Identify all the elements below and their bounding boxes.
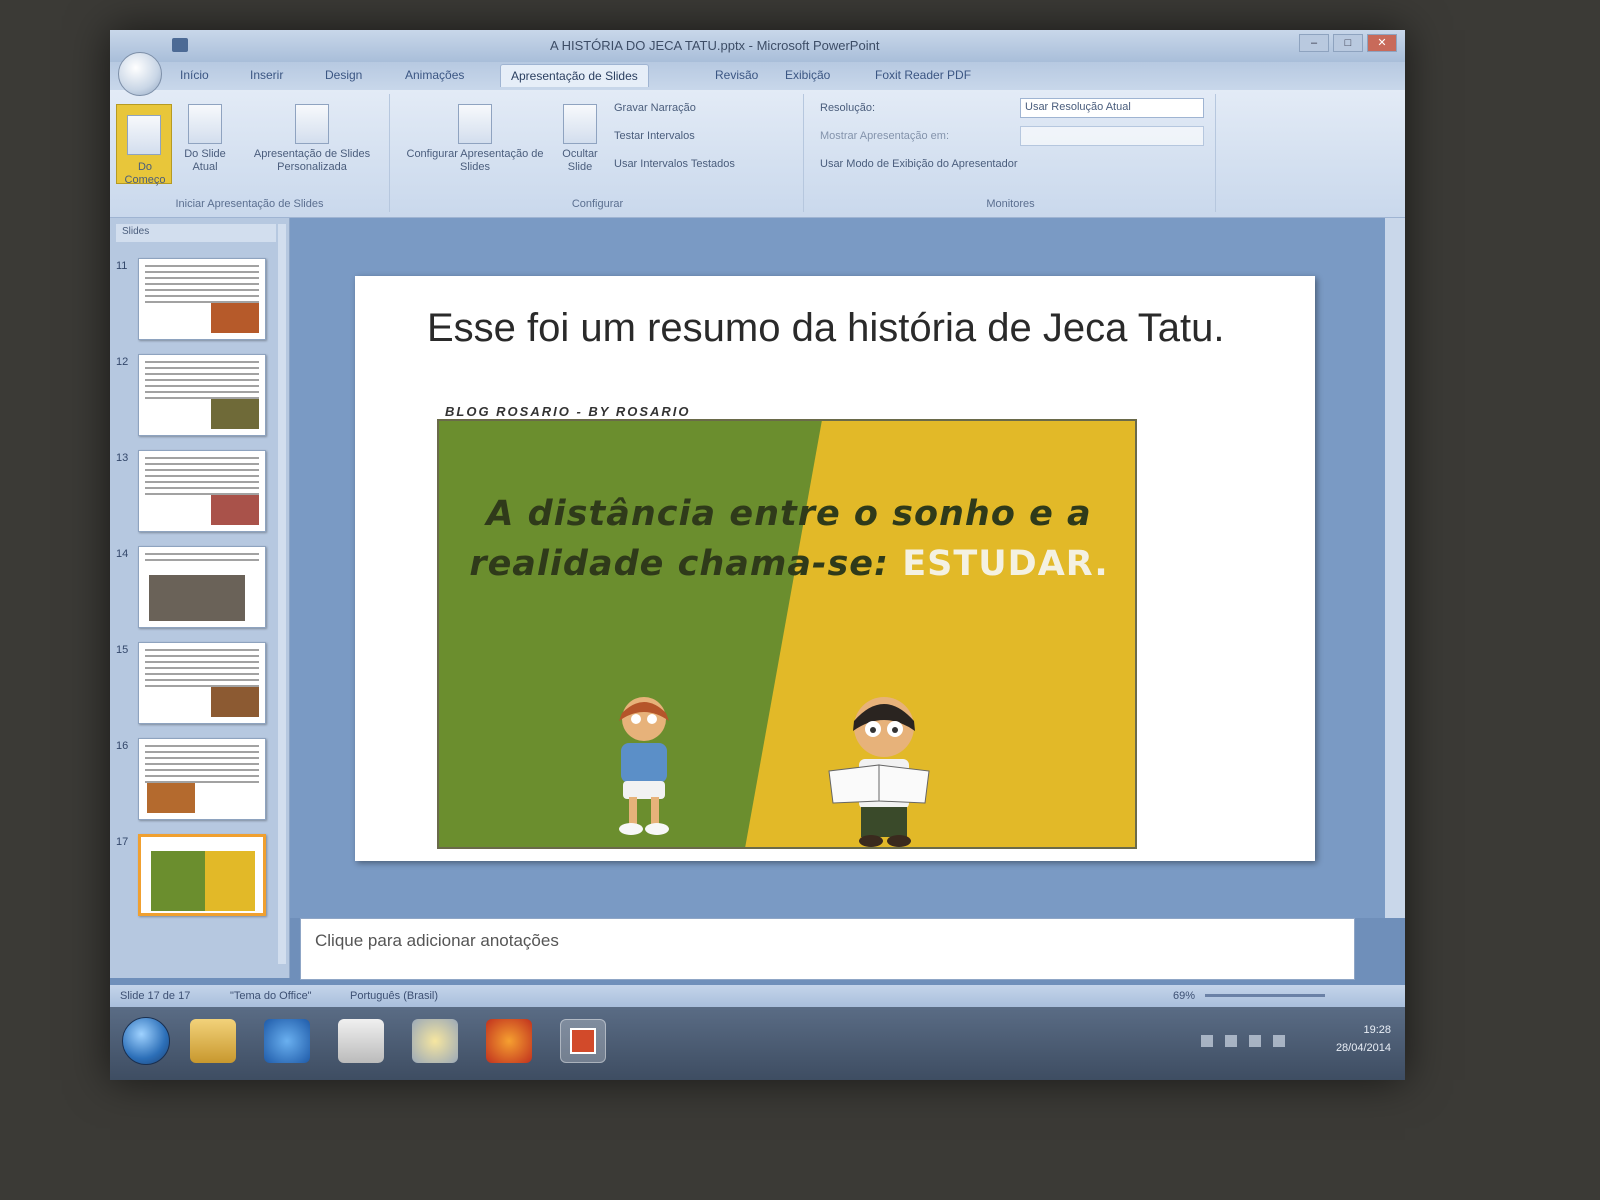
save-icon[interactable] (172, 38, 188, 52)
boy-illustration (828, 697, 930, 847)
show-on-label: Mostrar Apresentação em: (820, 130, 950, 142)
resolution-select[interactable]: Usar Resolução Atual (1020, 98, 1204, 118)
zoom-level[interactable]: 69% (1173, 990, 1195, 1002)
tab-revisao[interactable]: Revisão (715, 68, 758, 82)
minimize-icon[interactable]: – (1299, 34, 1329, 52)
network-icon[interactable] (1273, 1035, 1285, 1047)
panel-scrollbar[interactable] (278, 224, 286, 964)
slide-title[interactable]: Esse foi um resumo da história de Jeca T… (427, 304, 1247, 352)
close-icon[interactable]: ✕ (1367, 34, 1397, 52)
custom-slideshow-button[interactable]: Apresentação de Slides Personalizada (246, 104, 378, 174)
ribbon-tabs: Início Inserir Design Animações Apresent… (110, 62, 1405, 90)
thumb-number: 15 (116, 644, 129, 656)
hide-slide-button[interactable]: Ocultar Slide (554, 104, 606, 174)
tab-inicio[interactable]: Início (180, 68, 209, 82)
tab-animacoes[interactable]: Animações (405, 68, 464, 82)
show-on-select[interactable] (1020, 126, 1204, 146)
girl-illustration (619, 697, 669, 835)
tray-arrow-icon[interactable] (1201, 1035, 1213, 1047)
slide-thumbnail[interactable] (138, 450, 266, 532)
clock[interactable]: 19:28 28/04/2014 (1336, 1021, 1391, 1057)
media-player-icon[interactable] (338, 1019, 384, 1063)
clock-date: 28/04/2014 (1335, 1042, 1391, 1054)
system-tray (1201, 1035, 1285, 1047)
slide-thumbnail[interactable] (138, 546, 266, 628)
image-credit: BLOG ROSARIO - BY ROSARIO (445, 404, 691, 419)
panel-tab-slides[interactable]: Slides (116, 224, 276, 242)
group-monitors: Resolução: Usar Resolução Atual Mostrar … (806, 94, 1216, 212)
tab-inserir[interactable]: Inserir (250, 68, 283, 82)
group-label: Configurar (571, 198, 624, 210)
slide-thumbnail[interactable] (138, 354, 266, 436)
firefox-icon[interactable] (486, 1019, 532, 1063)
slideshow-icon (127, 115, 161, 155)
theme-name: "Tema do Office" (230, 990, 312, 1002)
slide-thumbnail-panel: Slides 11 12 13 14 15 16 17 (110, 218, 290, 978)
group-label: Monitores (986, 198, 1035, 210)
thumb-number: 17 (116, 836, 129, 848)
rehearse-timings-button[interactable]: Testar Intervalos (614, 130, 695, 142)
internet-explorer-icon[interactable] (264, 1019, 310, 1063)
custom-slideshow-icon (295, 104, 329, 144)
setup-icon (458, 104, 492, 144)
notes-pane[interactable]: Clique para adicionar anotações (300, 918, 1355, 980)
poster-quote: A distância entre o sonho e a realidade … (469, 489, 1109, 589)
window-title: A HISTÓRIA DO JECA TATU.pptx - Microsoft… (550, 38, 880, 53)
hide-slide-icon (563, 104, 597, 144)
group-start-slideshow: Do Começo Do Slide Atual Apresentação de… (110, 94, 390, 212)
tab-foxit[interactable]: Foxit Reader PDF (875, 68, 971, 82)
thumb-number: 16 (116, 740, 129, 752)
slide-canvas[interactable]: Esse foi um resumo da história de Jeca T… (355, 276, 1315, 861)
vertical-scrollbar[interactable] (1385, 218, 1405, 918)
office-button[interactable] (118, 52, 162, 96)
taskbar: 19:28 28/04/2014 (110, 1007, 1405, 1080)
poster-image[interactable]: A distância entre o sonho e a realidade … (437, 419, 1137, 849)
thumb-number: 12 (116, 356, 129, 368)
quote-highlight: ESTUDAR. (902, 544, 1109, 584)
powerpoint-taskbar-icon[interactable] (560, 1019, 606, 1063)
ribbon: Do Começo Do Slide Atual Apresentação de… (110, 90, 1405, 218)
from-current-button[interactable]: Do Slide Atual (176, 104, 234, 174)
use-timings-checkbox[interactable]: Usar Intervalos Testados (614, 158, 735, 170)
clock-time: 19:28 (1363, 1024, 1391, 1036)
start-button[interactable] (122, 1017, 170, 1065)
powerpoint-icon (570, 1028, 596, 1054)
poster-green-region (439, 421, 822, 847)
slide-thumbnail[interactable] (138, 642, 266, 724)
tab-apresentacao[interactable]: Apresentação de Slides (500, 64, 649, 87)
thumb-number: 11 (116, 260, 128, 272)
tab-design[interactable]: Design (325, 68, 362, 82)
slide-thumbnail[interactable] (138, 258, 266, 340)
tab-exibicao[interactable]: Exibição (785, 68, 830, 82)
setup-slideshow-button[interactable]: Configurar Apresentação de Slides (400, 104, 550, 174)
flag-icon[interactable] (1225, 1035, 1237, 1047)
zoom-slider[interactable] (1205, 994, 1325, 997)
thumb-number: 14 (116, 548, 129, 560)
record-narration-button[interactable]: Gravar Narração (614, 102, 696, 114)
slide-thumbnail-selected[interactable] (138, 834, 266, 916)
title-bar: A HISTÓRIA DO JECA TATU.pptx - Microsoft… (110, 30, 1405, 62)
group-label: Iniciar Apresentação de Slides (175, 198, 324, 210)
volume-icon[interactable] (1249, 1035, 1261, 1047)
resolution-label: Resolução: (820, 102, 876, 114)
presenter-view-checkbox[interactable]: Usar Modo de Exibição do Apresentador (820, 158, 1018, 170)
status-bar: Slide 17 de 17 "Tema do Office" Portuguê… (110, 985, 1405, 1007)
folder-icon[interactable] (190, 1019, 236, 1063)
language-indicator[interactable]: Português (Brasil) (350, 990, 438, 1002)
thumb-number: 13 (116, 452, 129, 464)
slide-counter: Slide 17 de 17 (120, 990, 191, 1002)
paint-icon[interactable] (412, 1019, 458, 1063)
slide-thumbnail[interactable] (138, 738, 266, 820)
from-beginning-button[interactable]: Do Começo (116, 104, 172, 186)
maximize-icon[interactable]: □ (1333, 34, 1363, 52)
group-setup: Configurar Apresentação de Slides Oculta… (392, 94, 804, 212)
powerpoint-window: A HISTÓRIA DO JECA TATU.pptx - Microsoft… (110, 30, 1405, 1080)
notes-placeholder: Clique para adicionar anotações (315, 931, 559, 950)
slideshow-current-icon (188, 104, 222, 144)
window-controls: – □ ✕ (1299, 34, 1397, 52)
